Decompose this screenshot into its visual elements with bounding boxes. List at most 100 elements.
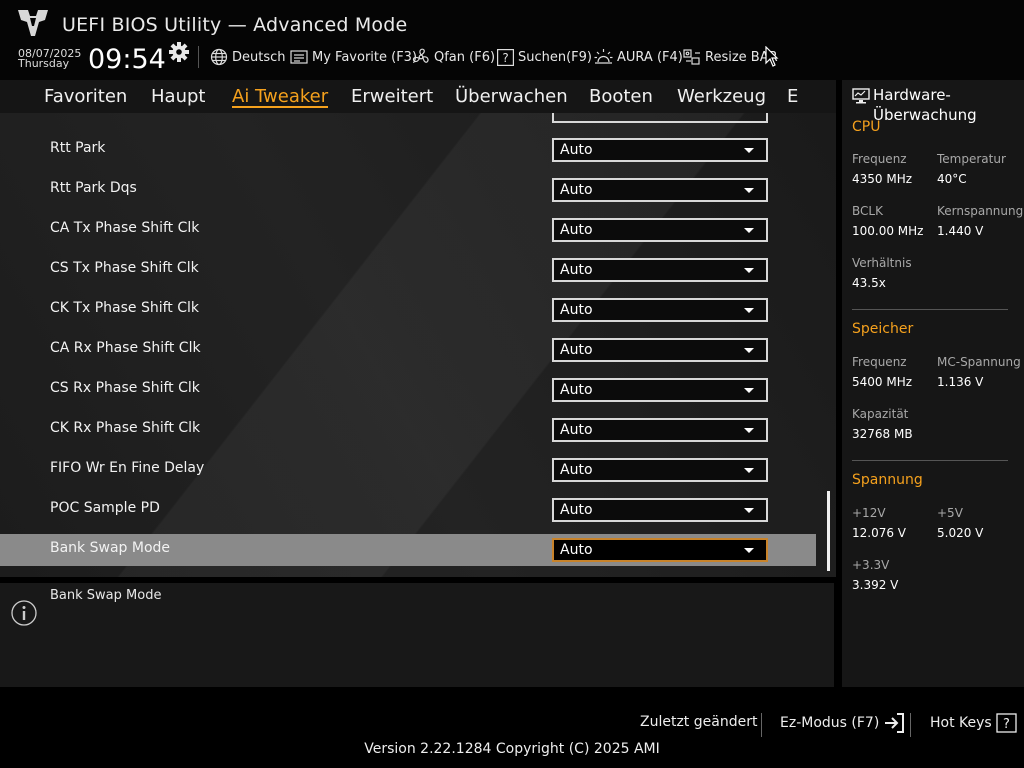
setting-dropdown[interactable]: Auto xyxy=(552,538,768,562)
setting-dropdown[interactable]: Auto xyxy=(552,458,768,482)
help-question-icon: ? xyxy=(996,713,1017,733)
tab-ai-tweaker[interactable]: Ai Tweaker xyxy=(232,86,329,108)
core-voltage-value: 1.440 V xyxy=(937,224,984,238)
clock-display[interactable]: 09:54 xyxy=(88,44,166,75)
version-text: Version 2.22.1284 Copyright (C) 2025 AMI xyxy=(364,741,660,757)
svg-text:?: ? xyxy=(502,51,508,65)
aura-button[interactable]: AURA (F4) xyxy=(594,47,683,67)
settings-list[interactable]: Rtt Park Auto Rtt Park Dqs Auto CA Tx Ph… xyxy=(0,113,836,577)
setting-dropdown[interactable]: Auto xyxy=(552,298,768,322)
svg-text:?: ? xyxy=(1003,717,1010,732)
header-divider xyxy=(198,46,199,68)
tab-exit[interactable]: E xyxy=(787,86,798,107)
day-display: Thursday xyxy=(18,57,70,70)
v33-label: +3.3V xyxy=(852,558,890,572)
search-button[interactable]: ? Suchen(F9) xyxy=(497,47,592,67)
footer: Zuletzt geändert Ez-Modus (F7) Hot Keys … xyxy=(0,687,1024,768)
setting-row[interactable]: Rtt Park Auto xyxy=(0,134,816,166)
dropdown-value: Auto xyxy=(560,302,593,318)
v12-label: +12V xyxy=(852,506,886,520)
memory-section-title: Speicher xyxy=(852,321,914,337)
setting-row[interactable]: FIFO Wr En Fine Delay Auto xyxy=(0,454,816,486)
search-help-icon: ? xyxy=(497,48,514,66)
setting-label: FIFO Wr En Fine Delay xyxy=(50,460,205,476)
resize-bar-button[interactable]: Resize BAR xyxy=(683,47,778,67)
setting-label: CK Tx Phase Shift Clk xyxy=(50,300,199,316)
hw-divider xyxy=(852,309,1008,310)
tab-werkzeug[interactable]: Werkzeug xyxy=(677,86,766,107)
dropdown-arrow-icon xyxy=(744,428,754,433)
search-label: Suchen(F9) xyxy=(518,49,593,65)
language-button[interactable]: Deutsch xyxy=(210,47,286,67)
cpu-temp-label: Temperatur xyxy=(937,152,1006,166)
dropdown-value: Auto xyxy=(560,502,593,518)
dropdown-arrow-icon xyxy=(744,268,754,273)
dropdown-value: Auto xyxy=(560,262,593,278)
favorite-icon xyxy=(290,50,308,64)
setting-dropdown[interactable]: Auto xyxy=(552,378,768,402)
setting-row[interactable]: CS Rx Phase Shift Clk Auto xyxy=(0,374,816,406)
footer-divider xyxy=(910,713,911,737)
globe-icon xyxy=(210,48,228,66)
gear-icon[interactable] xyxy=(169,42,189,62)
help-panel: Bank Swap Mode xyxy=(0,583,834,687)
mouse-cursor-icon xyxy=(765,46,779,67)
app-title: UEFI BIOS Utility — Advanced Mode xyxy=(62,14,408,36)
voltage-section-title: Spannung xyxy=(852,472,923,488)
exit-arrow-icon xyxy=(885,713,905,733)
setting-dropdown[interactable]: Auto xyxy=(552,138,768,162)
my-favorite-button[interactable]: My Favorite (F3) xyxy=(290,47,417,67)
setting-row[interactable]: Rtt Park Dqs Auto xyxy=(0,174,816,206)
qfan-button[interactable]: Qfan (F6) xyxy=(412,47,495,67)
dropdown-value: Auto xyxy=(560,182,593,198)
setting-label: Rtt Park Dqs xyxy=(50,180,137,196)
setting-dropdown[interactable]: Auto xyxy=(552,218,768,242)
partial-dropdown[interactable] xyxy=(552,113,768,123)
setting-row[interactable]: CA Rx Phase Shift Clk Auto xyxy=(0,334,816,366)
setting-dropdown[interactable]: Auto xyxy=(552,258,768,282)
setting-dropdown[interactable]: Auto xyxy=(552,418,768,442)
dropdown-value: Auto xyxy=(560,222,593,238)
tab-booten[interactable]: Booten xyxy=(589,86,653,107)
setting-row-selected[interactable]: Bank Swap Mode Auto xyxy=(0,534,816,566)
bclk-value: 100.00 MHz xyxy=(852,224,924,238)
scrollbar-thumb[interactable] xyxy=(827,491,830,571)
aura-icon xyxy=(594,49,613,64)
v12-value: 12.076 V xyxy=(852,526,907,540)
tab-haupt[interactable]: Haupt xyxy=(151,86,205,107)
setting-dropdown[interactable]: Auto xyxy=(552,178,768,202)
info-icon xyxy=(11,600,37,626)
cpu-freq-label: Frequenz xyxy=(852,152,907,166)
v33-value: 3.392 V xyxy=(852,578,899,592)
setting-row[interactable]: POC Sample PD Auto xyxy=(0,494,816,526)
setting-label: CS Tx Phase Shift Clk xyxy=(50,260,199,276)
v5-label: +5V xyxy=(937,506,963,520)
help-text: Bank Swap Mode xyxy=(50,588,162,603)
dropdown-arrow-icon xyxy=(744,468,754,473)
ez-mode-button[interactable]: Ez-Modus (F7) xyxy=(780,712,905,734)
tab-erweitert[interactable]: Erweitert xyxy=(351,86,433,107)
setting-row[interactable]: CK Rx Phase Shift Clk Auto xyxy=(0,414,816,446)
setting-row[interactable]: CA Tx Phase Shift Clk Auto xyxy=(0,214,816,246)
tab-favoriten[interactable]: Favoriten xyxy=(44,86,127,107)
setting-dropdown[interactable]: Auto xyxy=(552,498,768,522)
hot-keys-button[interactable]: Hot Keys ? xyxy=(930,713,1017,733)
setting-label: CA Rx Phase Shift Clk xyxy=(50,340,201,356)
tab-ueberwachen[interactable]: Überwachen xyxy=(455,86,568,107)
qfan-label: Qfan (F6) xyxy=(434,49,496,65)
hw-divider xyxy=(852,460,1008,461)
core-voltage-label: Kernspannung xyxy=(937,204,1024,218)
dropdown-arrow-icon xyxy=(744,508,754,513)
setting-label: Rtt Park xyxy=(50,140,106,156)
capacity-value: 32768 MB xyxy=(852,427,913,441)
dropdown-value: Auto xyxy=(560,462,593,478)
dropdown-arrow-icon xyxy=(744,348,754,353)
setting-dropdown[interactable]: Auto xyxy=(552,338,768,362)
dropdown-value: Auto xyxy=(560,542,593,558)
cpu-freq-value: 4350 MHz xyxy=(852,172,913,186)
setting-row[interactable]: CS Tx Phase Shift Clk Auto xyxy=(0,254,816,286)
dropdown-value: Auto xyxy=(560,142,593,158)
setting-row[interactable]: CK Tx Phase Shift Clk Auto xyxy=(0,294,816,326)
last-modified-button[interactable]: Zuletzt geändert xyxy=(640,714,757,730)
mem-freq-label: Frequenz xyxy=(852,355,907,369)
